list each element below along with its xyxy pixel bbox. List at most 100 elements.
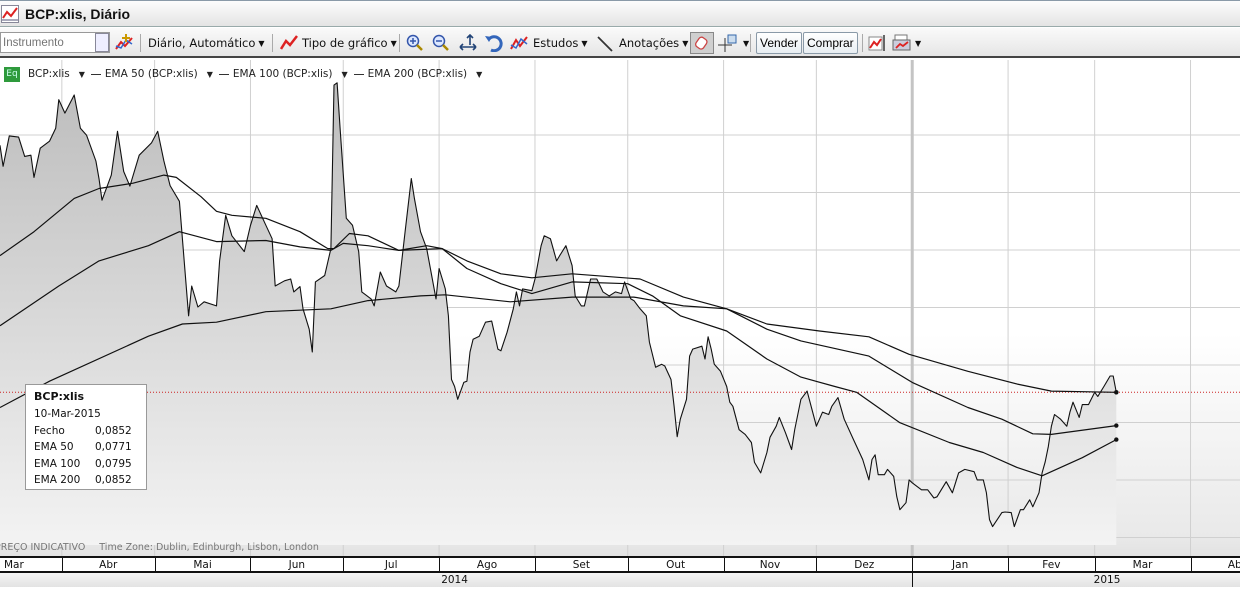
month-label: Abr (1227, 559, 1240, 571)
x-axis-months[interactable]: Mar Abr Mai Jun Jul Ago Set Out Nov Dez Jan Fev Mar A… (0, 556, 1240, 573)
pan-icon[interactable] (458, 33, 478, 53)
chart-footer: PREÇO INDICATIVO Time Zone: Dublin, Edinb… (0, 542, 333, 553)
chevron-down-icon: ▼ (682, 38, 689, 48)
legend-item-ema200[interactable]: EMA 200 (BCP:xlis) (368, 68, 468, 80)
eraser-button[interactable] (690, 32, 714, 54)
month-tick (61, 558, 63, 573)
month-label: Set (572, 559, 590, 571)
legend-line-icon (218, 73, 229, 75)
instrument-lookup-button[interactable] (95, 33, 109, 52)
month-label: Abr (99, 559, 118, 571)
month-tick (1094, 558, 1096, 573)
month-label: Mar (1132, 559, 1153, 571)
month-tick (1008, 558, 1010, 573)
period-label: Diário, Automático (148, 36, 256, 50)
month-tick (723, 558, 725, 573)
annotations-dropdown[interactable]: Anotações ▼ (596, 33, 688, 53)
studies-label: Estudos (533, 36, 579, 50)
year-tick (912, 573, 914, 587)
zoom-in-icon[interactable] (406, 33, 424, 53)
instrument-input[interactable] (0, 32, 110, 53)
chart-canvas[interactable] (0, 60, 1240, 557)
chart-type-icon (280, 35, 298, 50)
separator (862, 34, 863, 52)
window-titlebar: BCP:xlis, Diário (0, 0, 1240, 27)
period-dropdown[interactable]: Diário, Automático ▼ (148, 33, 265, 53)
crosshair-info-dropdown[interactable]: ▼ (718, 33, 749, 53)
data-tooltip: BCP:xlis 10-Mar-2015 Fecho 0,0852 EMA 50 0… (25, 384, 147, 490)
chevron-down-icon: ▼ (390, 38, 397, 48)
chevron-down-icon[interactable]: ▼ (79, 70, 85, 79)
chart-app-icon (1, 4, 19, 23)
month-label: Mar (4, 559, 24, 571)
chevron-down-icon: ▼ (258, 38, 265, 48)
month-tick (439, 558, 441, 573)
year-label: 2015 (1093, 574, 1121, 586)
month-label: Fev (1042, 559, 1061, 571)
month-tick (154, 558, 156, 573)
tooltip-value: 0,0852 (95, 474, 132, 487)
equity-badge: Eq (4, 66, 20, 82)
x-axis-years: 2014 2015 (0, 573, 1240, 587)
tooltip-value: 0,0795 (95, 457, 132, 470)
chevron-down-icon[interactable]: ▼ (207, 70, 213, 79)
print-icon (892, 34, 911, 51)
window-title: BCP:xlis, Diário (25, 5, 131, 22)
month-tick (627, 558, 629, 573)
month-tick (816, 558, 818, 573)
month-label: Dez (854, 559, 875, 571)
line-tool-icon (597, 36, 613, 52)
crosshair-info-icon (718, 34, 737, 52)
buy-button[interactable]: Comprar (803, 32, 858, 54)
separator (140, 34, 141, 52)
separator (272, 34, 273, 52)
price-area-fill (0, 82, 1117, 546)
tooltip-key: EMA 50 (34, 441, 74, 454)
ema100-end-marker (1114, 423, 1119, 428)
separator (750, 34, 751, 52)
compare-icon[interactable] (115, 33, 133, 53)
month-label: Ago (476, 559, 498, 571)
price-chart[interactable] (0, 60, 1240, 557)
month-label: Jan (952, 559, 969, 571)
legend-item-ema50[interactable]: EMA 50 (BCP:xlis) (105, 68, 198, 80)
month-label: Nov (759, 559, 781, 571)
chart-type-dropdown[interactable]: Tipo de gráfico ▼ (280, 33, 397, 53)
month-tick (343, 558, 345, 573)
month-tick (250, 558, 252, 573)
separator (399, 34, 400, 52)
eraser-icon (694, 36, 708, 50)
chart-settings-icon[interactable] (868, 33, 888, 53)
tooltip-name: BCP:xlis (34, 390, 85, 403)
timezone-note: Time Zone: Dublin, Edinburgh, Lisbon, Lo… (99, 542, 319, 553)
month-label: Jun (288, 559, 306, 571)
month-tick (912, 558, 914, 573)
chevron-down-icon[interactable]: ▼ (476, 70, 482, 79)
legend-line-icon (90, 73, 101, 75)
chevron-down-icon: ▼ (915, 38, 922, 48)
annotations-label: Anotações (619, 36, 680, 50)
month-label: Mai (193, 559, 212, 571)
toolbar: Diário, Automático▼ Tipo de gráfico▼ Est… (0, 28, 1240, 58)
zoom-out-icon[interactable] (432, 33, 450, 53)
sell-button[interactable]: Vender (756, 32, 803, 54)
month-label: Jul (384, 559, 398, 571)
month-tick (1190, 558, 1192, 573)
legend-line-icon (353, 73, 364, 75)
undo-icon[interactable] (484, 33, 504, 53)
print-export-dropdown[interactable]: ▼ (892, 33, 921, 53)
chevron-down-icon: ▼ (581, 38, 588, 48)
chart-legend: Eq BCP:xlis ▼ EMA 50 (BCP:xlis) ▼ EMA 100 … (4, 66, 488, 82)
studies-icon (510, 36, 528, 50)
chart-type-label: Tipo de gráfico (302, 36, 388, 50)
legend-item-ema100[interactable]: EMA 100 (BCP:xlis) (233, 68, 333, 80)
month-label: Out (666, 559, 686, 571)
indicative-price-note: PREÇO INDICATIVO (0, 542, 86, 553)
tooltip-value: 0,0771 (95, 441, 132, 454)
tooltip-date: 10-Mar-2015 (34, 408, 101, 421)
legend-item-price[interactable]: BCP:xlis (28, 68, 70, 80)
month-tick (534, 558, 536, 573)
chevron-down-icon[interactable]: ▼ (341, 70, 347, 79)
year-label: 2014 (441, 574, 468, 586)
studies-dropdown[interactable]: Estudos ▼ (510, 33, 588, 53)
